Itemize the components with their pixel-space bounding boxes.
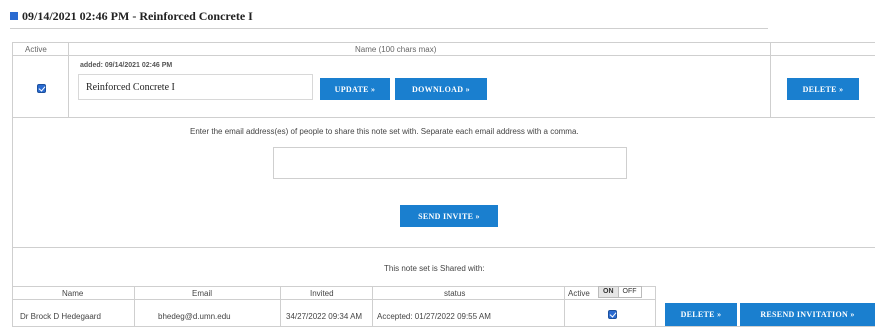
col-border-2: [280, 286, 281, 326]
share-instructions: Enter the email address(es) of people to…: [190, 127, 579, 136]
shared-col-active: Active: [568, 289, 590, 298]
col-border-5: [655, 286, 656, 326]
share-divider: [12, 247, 875, 248]
download-button[interactable]: DOWNLOAD »: [395, 78, 487, 100]
name-column-header: Name (100 chars max): [355, 45, 437, 54]
shared-col-invited: Invited: [310, 289, 334, 298]
shared-col-email: Email: [192, 289, 213, 298]
col-border-4: [564, 286, 565, 326]
table-left-border: [12, 42, 13, 327]
collapse-icon[interactable]: [10, 12, 18, 20]
send-invite-button[interactable]: SEND INVITE »: [400, 205, 498, 227]
shared-row-status: Accepted: 01/27/2022 09:55 AM: [377, 312, 491, 321]
note-set-title: 09/14/2021 02:46 PM - Reinforced Concret…: [22, 8, 253, 23]
shared-col-name: Name: [62, 289, 84, 298]
active-checkbox[interactable]: [37, 84, 46, 93]
shared-table-bottom: [12, 326, 875, 327]
active-column-border: [68, 42, 69, 117]
shared-row-delete-button[interactable]: DELETE »: [665, 303, 737, 326]
share-email-input[interactable]: [273, 147, 627, 179]
toggle-on[interactable]: ON: [599, 287, 619, 297]
resend-invitation-button[interactable]: RESEND INVITATION »: [740, 303, 875, 326]
shared-col-status: status: [444, 289, 466, 298]
name-column-border: [770, 42, 771, 117]
col-border-3: [372, 286, 373, 326]
shared-table-header-bottom: [12, 299, 655, 300]
note-set-header: 09/14/2021 02:46 PM - Reinforced Concret…: [10, 8, 253, 24]
row-divider: [12, 117, 875, 118]
table-header-border: [12, 55, 875, 56]
update-button[interactable]: UPDATE »: [320, 78, 390, 100]
shared-row-invited: 34/27/2022 09:34 AM: [286, 312, 363, 321]
toggle-off[interactable]: OFF: [619, 287, 641, 297]
shared-row-active-checkbox[interactable]: [608, 310, 617, 319]
shared-row-email: bhedeg@d.umn.edu: [158, 312, 231, 321]
col-border-1: [134, 286, 135, 326]
note-name-value: Reinforced Concrete I: [86, 82, 175, 93]
header-divider: [10, 28, 768, 29]
table-top-border: [12, 42, 875, 43]
shared-row-name: Dr Brock D Hedegaard: [20, 312, 101, 321]
active-toggle[interactable]: ON OFF: [598, 286, 642, 298]
active-column-header: Active: [25, 45, 47, 54]
shared-with-label: This note set is Shared with:: [384, 264, 485, 273]
shared-table-top: [12, 286, 655, 287]
added-timestamp: added: 09/14/2021 02:46 PM: [80, 62, 173, 69]
delete-note-button[interactable]: DELETE »: [787, 78, 859, 100]
